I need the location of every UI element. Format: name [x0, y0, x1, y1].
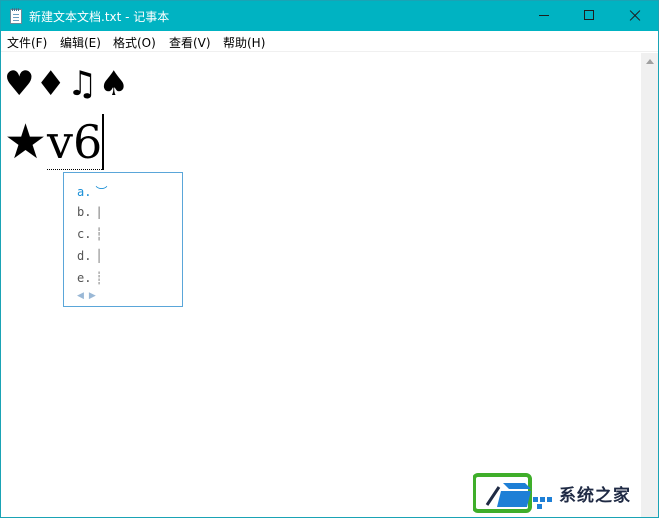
text-caret	[102, 114, 105, 170]
ime-candidate-b[interactable]: b. |	[77, 205, 103, 227]
menu-format[interactable]: 格式(O)	[113, 34, 156, 51]
ime-next-page-icon[interactable]: ▶	[89, 291, 96, 301]
watermark-logo-icon	[473, 473, 552, 513]
title-bar[interactable]: 新建文本文档.txt - 记事本	[1, 1, 658, 31]
vertical-scrollbar[interactable]	[641, 53, 658, 517]
watermark: 系统之家	[467, 465, 658, 517]
text-line-symbols: ♥♦♫♠	[4, 64, 130, 104]
menu-bar: 文件(F) 编辑(E) 格式(O) 查看(V) 帮助(H)	[1, 31, 658, 52]
ime-candidate-window: a. ︶ b. | c. ┆ d. │ e. ┊ ◀ ▶	[63, 172, 183, 307]
ime-prev-page-icon[interactable]: ◀	[77, 291, 84, 301]
ime-candidate-d[interactable]: d. │	[77, 249, 103, 271]
notepad-icon[interactable]	[10, 8, 22, 24]
maximize-icon	[584, 10, 594, 20]
menu-help[interactable]: 帮助(H)	[223, 34, 265, 51]
close-button[interactable]	[612, 1, 658, 31]
ime-pager: ◀ ▶	[77, 291, 101, 301]
ime-composition-text: v6	[47, 115, 103, 170]
minimize-button[interactable]	[520, 1, 566, 31]
menu-file[interactable]: 文件(F)	[7, 34, 47, 51]
window-title: 新建文本文档.txt - 记事本	[29, 10, 170, 24]
text-line-composition: ★v6	[4, 114, 105, 174]
ime-candidate-a[interactable]: a. ︶	[77, 183, 107, 205]
star-symbol: ★	[4, 114, 48, 170]
notepad-window: 新建文本文档.txt - 记事本 文件(F) 编辑(E) 格式(O) 查看(V)…	[0, 0, 659, 518]
watermark-text: 系统之家	[559, 486, 631, 506]
minimize-icon	[539, 15, 549, 16]
maximize-button[interactable]	[566, 1, 612, 31]
ime-candidate-e[interactable]: e. ┊	[77, 271, 103, 293]
scroll-up-arrow-icon[interactable]	[646, 59, 654, 64]
menu-edit[interactable]: 编辑(E)	[60, 34, 101, 51]
ime-candidate-c[interactable]: c. ┆	[77, 227, 103, 249]
menu-view[interactable]: 查看(V)	[169, 34, 211, 51]
